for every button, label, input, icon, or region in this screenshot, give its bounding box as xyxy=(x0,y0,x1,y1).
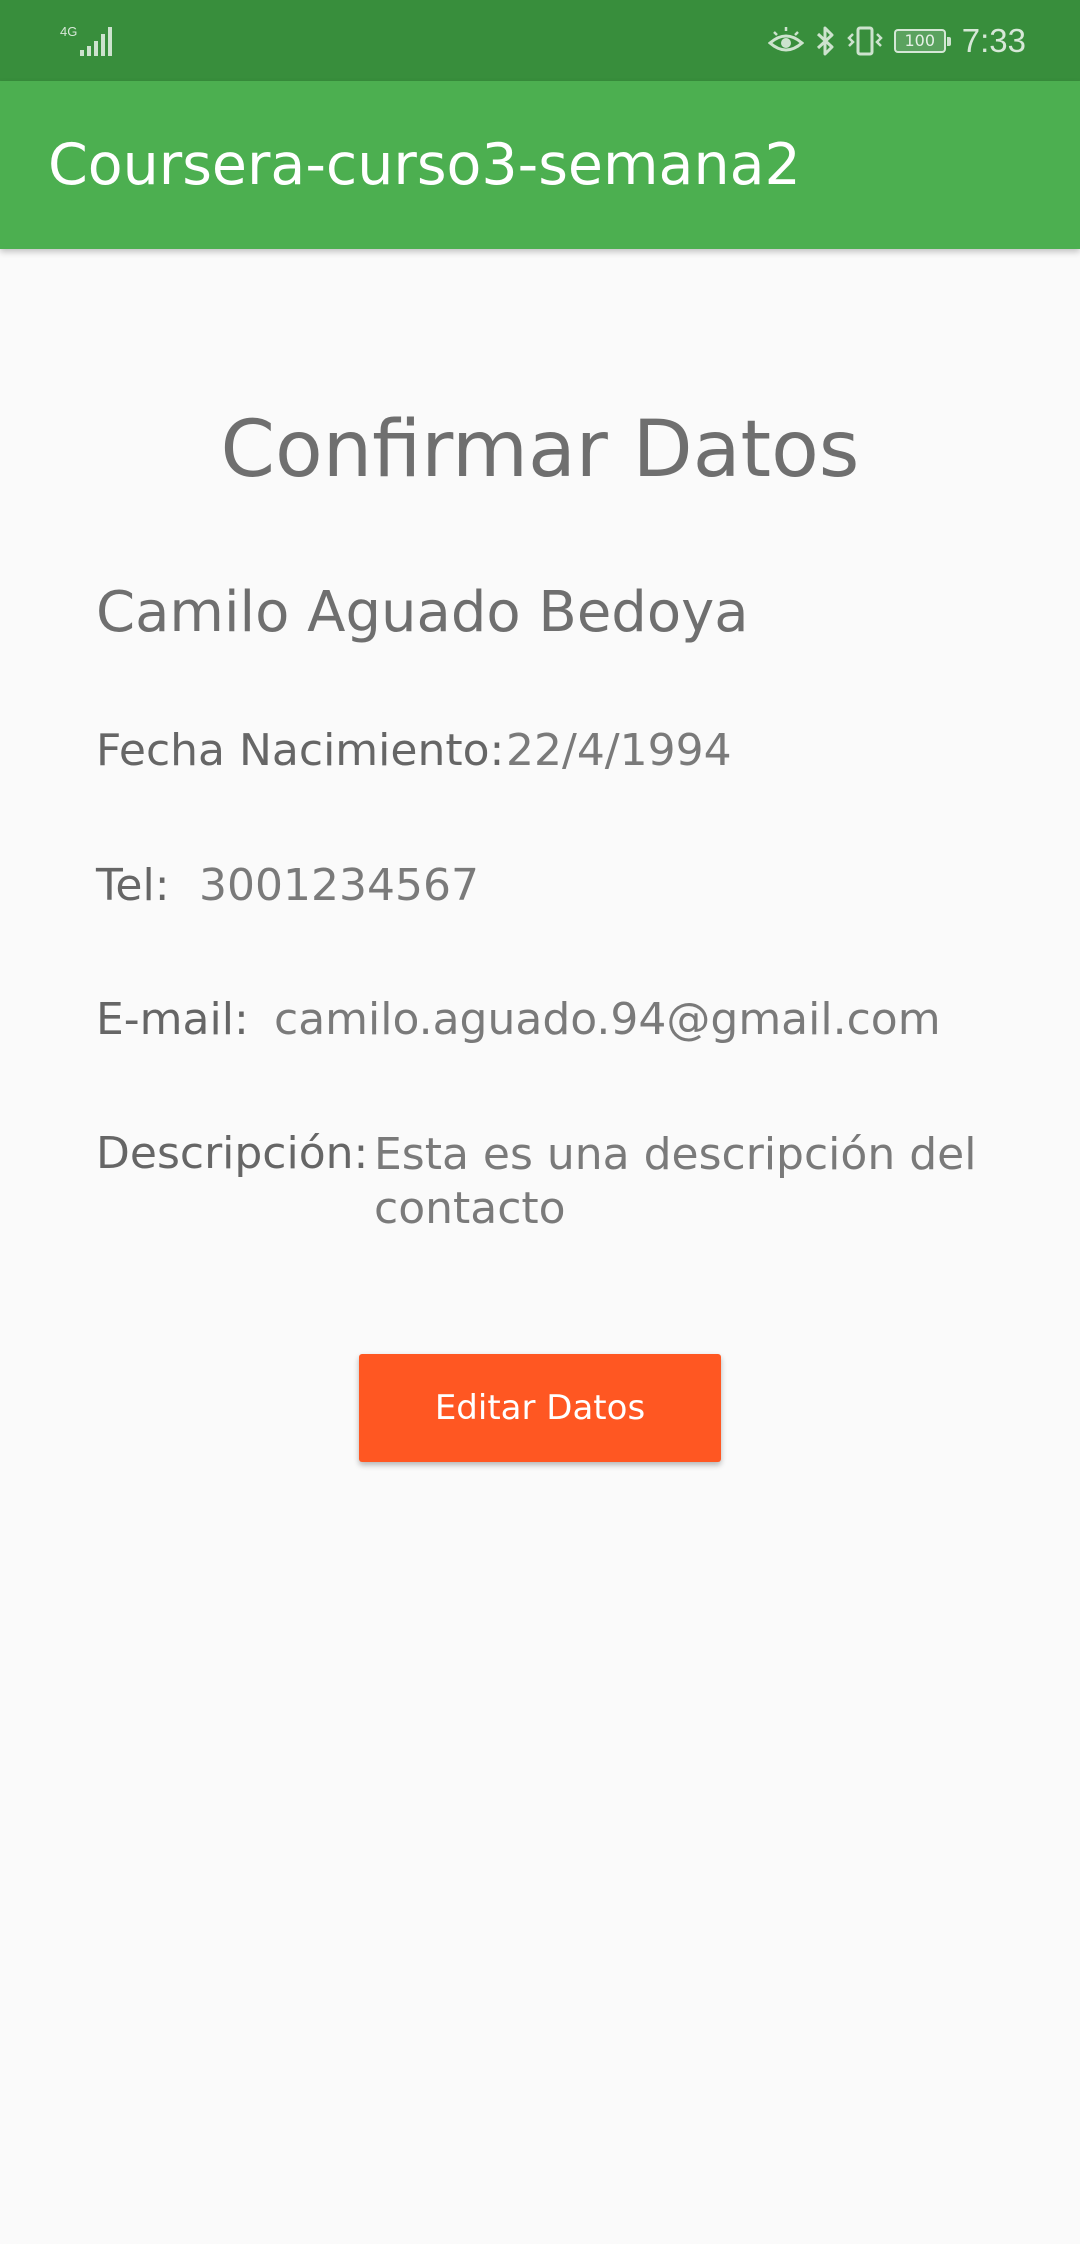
status-bar: 4G 100 7:33 xyxy=(0,0,1080,81)
eye-comfort-icon xyxy=(767,26,804,51)
signal-icon: 4G xyxy=(60,24,112,56)
phone-value: 3001234567 xyxy=(199,860,479,911)
battery-level: 100 xyxy=(904,31,936,50)
app-bar: Coursera-curso3-semana2 xyxy=(0,81,1080,249)
page-title: Confirmar Datos xyxy=(220,405,860,495)
vibrate-icon xyxy=(846,26,883,55)
bluetooth-icon xyxy=(816,26,834,55)
edit-data-button[interactable]: Editar Datos xyxy=(359,1354,721,1462)
description-value: Esta es una descripción del contacto xyxy=(374,1129,977,1234)
battery-icon: 100 xyxy=(893,28,951,53)
app-title: Coursera-curso3-semana2 xyxy=(48,132,801,198)
description-label: Descripción: xyxy=(96,1128,369,1179)
clock: 7:33 xyxy=(961,21,1026,59)
email-value: camilo.aguado.94@gmail.com xyxy=(274,994,941,1045)
birth-date-label: Fecha Nacimiento: xyxy=(96,725,505,776)
phone-label: Tel: xyxy=(96,860,170,911)
contact-name: Camilo Aguado Bedoya xyxy=(96,580,749,645)
email-label: E-mail: xyxy=(96,994,249,1045)
svg-text:4G: 4G xyxy=(60,24,77,39)
birth-date-value: 22/4/1994 xyxy=(506,725,732,776)
